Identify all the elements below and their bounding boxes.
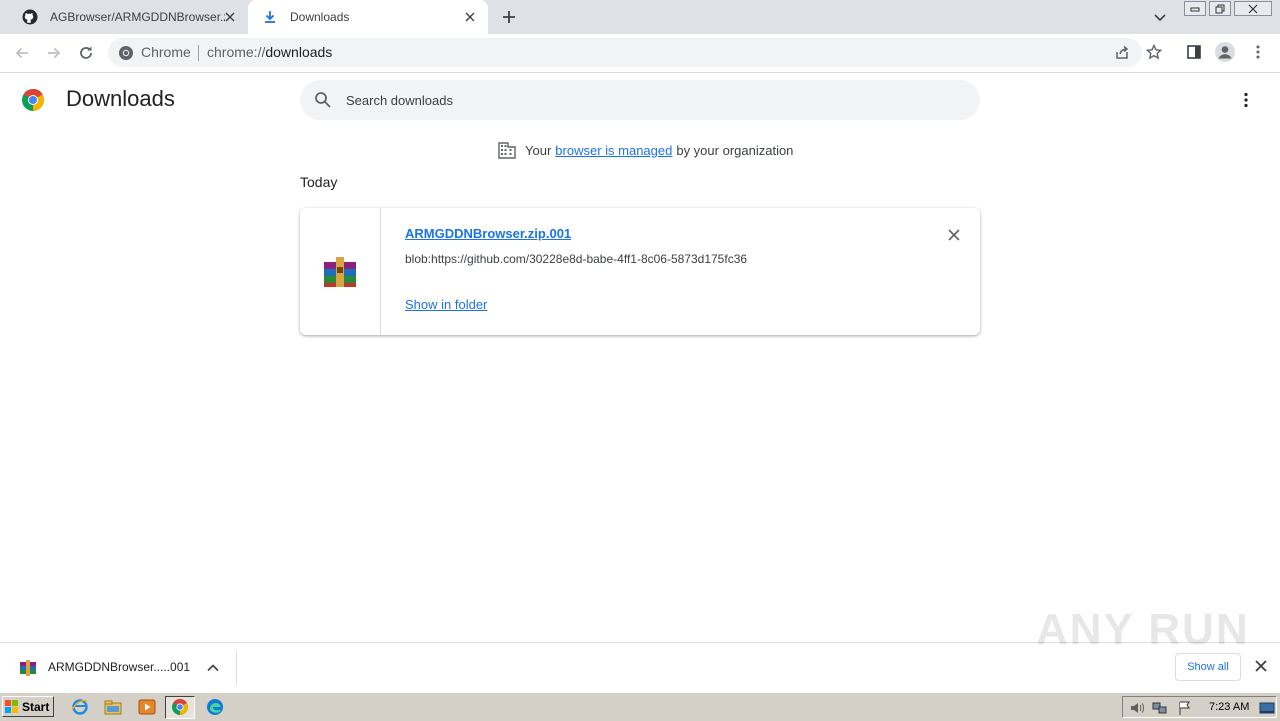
managed-prefix: Your [525,142,552,158]
internet-explorer-icon[interactable] [71,698,89,716]
clock-time[interactable]: 7:23 AM [1209,701,1249,713]
chrome-logo-icon [21,88,45,112]
file-icon-column [300,208,381,335]
site-chip-label: Chrome [141,44,191,60]
chevron-down-icon[interactable] [1153,10,1167,24]
download-icon [262,9,278,25]
download-source-url: blob:https://github.com/30228e8d-babe-4f… [405,252,748,266]
media-player-icon[interactable] [138,698,156,716]
chip-divider [198,45,199,61]
show-in-folder-link[interactable]: Show in folder [405,297,487,312]
restore-icon[interactable] [1209,1,1231,16]
shelf-divider [236,651,237,685]
winrar-archive-icon [19,659,37,677]
volume-icon[interactable] [1129,700,1145,716]
address-bar[interactable]: Chrome chrome://downloads [108,38,1142,67]
show-all-button[interactable]: Show all [1175,653,1241,681]
managed-suffix: by your organization [676,142,794,158]
more-actions-icon[interactable] [1238,92,1254,108]
browser-managed-link[interactable]: browser is managed [555,143,672,158]
file-explorer-icon[interactable] [104,698,122,716]
date-section-header: Today [300,174,338,190]
download-shelf: ARMGDDNBrowser.....001 ANY RUN Show all [0,605,1280,693]
side-panel-icon[interactable] [1185,43,1203,61]
managed-notice: Your browser is managed by your organiza… [497,141,793,159]
page-title: Downloads [66,86,175,111]
edge-icon[interactable] [206,698,224,716]
start-button[interactable]: Start [2,696,54,717]
winrar-archive-icon [323,255,357,289]
new-tab-icon[interactable] [500,8,518,26]
action-center-flag-icon[interactable] [1177,700,1193,716]
anyrun-watermark: ANY RUN [1036,605,1250,654]
windows-logo-icon [5,699,19,714]
bookmark-star-icon[interactable] [1145,43,1163,61]
url-text[interactable]: chrome://downloads [207,44,332,60]
tab-downloads[interactable]: Downloads [248,0,488,34]
profile-avatar-icon[interactable] [1214,41,1236,63]
tab-title: AGBrowser/ARMGDDNBrowser.zip.001 [50,10,225,24]
building-icon [497,141,517,159]
share-icon[interactable] [1113,44,1131,62]
network-icon[interactable] [1152,700,1168,716]
browser-menu-icon[interactable] [1249,43,1267,61]
search-downloads-bar[interactable] [300,80,980,120]
tab-strip: AGBrowser/ARMGDDNBrowser.zip.001 Downloa… [0,0,1280,34]
show-desktop-icon[interactable] [1259,700,1275,716]
download-item-card: ARMGDDNBrowser.zip.001 blob:https://gith… [300,208,980,335]
download-filename-link[interactable]: ARMGDDNBrowser.zip.001 [405,226,571,241]
chevron-up-icon[interactable] [205,660,221,676]
system-tray: 7:23 AM [1122,696,1277,718]
close-tab-icon[interactable] [462,9,478,25]
minimize-icon[interactable] [1184,1,1206,16]
reload-icon[interactable] [76,43,96,63]
shelf-item-name[interactable]: ARMGDDNBrowser.....001 [48,660,190,674]
github-icon [22,9,38,25]
tab-title: Downloads [290,10,350,24]
back-icon[interactable] [12,43,32,63]
close-window-icon[interactable] [1234,1,1272,16]
windows-taskbar: Start 7:23 AM [0,692,1280,721]
remove-download-icon[interactable] [945,226,963,244]
chrome-site-icon [118,45,134,61]
close-tab-icon[interactable] [222,9,238,25]
search-icon [314,91,332,109]
search-input[interactable] [346,80,946,120]
toolbar: Chrome chrome://downloads [0,34,1280,73]
chrome-taskbar-icon[interactable] [171,698,189,716]
forward-icon[interactable] [44,43,64,63]
tab-github[interactable]: AGBrowser/ARMGDDNBrowser.zip.001 [8,0,248,34]
start-label: Start [22,699,50,714]
close-shelf-icon[interactable] [1254,659,1270,675]
